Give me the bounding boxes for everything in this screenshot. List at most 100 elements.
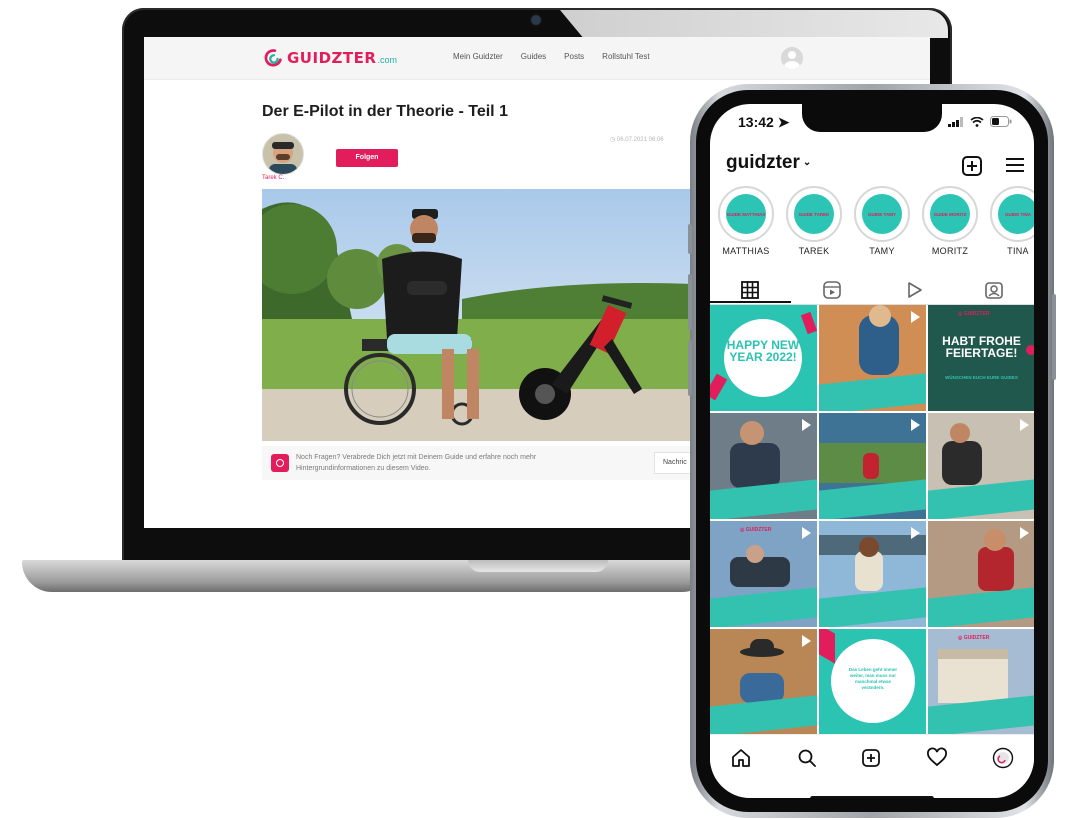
story-highlight[interactable]: GUIDE MORITZ MORITZ (922, 186, 978, 256)
tagged-tab-icon[interactable] (984, 280, 1004, 300)
laptop-camera (531, 15, 541, 25)
story-cover: GUIDE TAREK (794, 194, 834, 234)
post-tile[interactable] (928, 413, 1034, 519)
home-indicator (810, 796, 934, 798)
story-cover: GUIDE TAMY (862, 194, 902, 234)
status-icons (948, 116, 1012, 127)
nav-mein-guidzter[interactable]: Mein Guidzter (453, 52, 503, 61)
home-icon[interactable] (730, 747, 752, 769)
story-cover: GUIDE TINA (998, 194, 1034, 234)
wifi-icon (970, 116, 984, 127)
story-ring: GUIDE TAREK (786, 186, 842, 242)
logo-text: GUIDZTER (287, 49, 377, 67)
profile-username[interactable]: guidzter ⌄ (726, 152, 811, 174)
status-time: 13:42 ➤ (738, 114, 789, 131)
video-tab-icon[interactable] (904, 280, 924, 300)
follow-button[interactable]: Folgen (336, 149, 398, 167)
laptop-notch (468, 560, 608, 572)
phone-volume-down (688, 340, 692, 396)
story-ring: GUIDE MORITZ (922, 186, 978, 242)
active-tab-indicator (710, 301, 791, 303)
location-arrow-icon: ➤ (777, 114, 790, 130)
post-tile[interactable] (819, 305, 926, 411)
video-badge-icon (802, 527, 811, 539)
story-highlight[interactable]: GUIDE MATTHIAS MATTHIAS (718, 186, 774, 256)
profile-avatar-icon[interactable] (992, 747, 1014, 769)
post-tile[interactable] (819, 413, 926, 519)
status-time-text: 13:42 (738, 114, 774, 130)
post-title: Der E-Pilot in der Theorie - Teil 1 (262, 103, 508, 120)
story-highlight[interactable]: GUIDE TAREK TAREK (786, 186, 842, 256)
story-cover-text: GUIDE TINA (1004, 211, 1031, 217)
post-tile[interactable]: Das Leben geht immer weiter, man muss nu… (819, 629, 926, 735)
info-text: Noch Fragen? Verabrede Dich jetzt mit De… (296, 454, 537, 472)
story-label: MORITZ (931, 246, 969, 256)
story-cover-text: GUIDE MATTHIAS (726, 211, 766, 217)
author-avatar[interactable] (262, 133, 304, 175)
story-label: TAMY (869, 246, 895, 256)
story-cover: GUIDE MATTHIAS (726, 194, 766, 234)
chevron-down-icon: ⌄ (802, 157, 812, 169)
story-label: TAREK (798, 246, 830, 256)
nav-guides[interactable]: Guides (521, 52, 546, 61)
tile-subtitle: WÜNSCHEN EUCH EURE GUIDES (945, 375, 1018, 380)
info-chat-icon (271, 454, 289, 472)
post-tile[interactable] (710, 413, 817, 519)
post-tile[interactable] (928, 521, 1034, 627)
phone-notch (802, 104, 942, 132)
tile-quote: Das Leben geht immer weiter, man muss nu… (848, 667, 898, 690)
author-name[interactable]: Tarek C. (262, 175, 284, 181)
instagram-screen: 13:42 ➤ guidzter ⌄ GUIDE MATTHIAS MATTHIA… (710, 104, 1034, 798)
iphone-frame: 13:42 ➤ guidzter ⌄ GUIDE MATTHIAS MATTHIA… (688, 84, 1056, 818)
reels-tab-icon[interactable] (822, 280, 842, 300)
video-frame (262, 189, 694, 441)
story-label: TINA (1007, 246, 1029, 256)
username-text: guidzter (726, 152, 800, 173)
post-tile[interactable]: ◎ GUIDZTER (928, 629, 1034, 735)
tile-logo: ◎ GUIDZTER (958, 311, 990, 317)
hamburger-menu-icon[interactable] (1006, 158, 1024, 172)
video-badge-icon (802, 635, 811, 647)
tile-title: HABT FROHE FEIERTAGE! (942, 334, 1021, 360)
post-date: ◷ 06.07.2021 06:06 (610, 136, 664, 143)
story-highlight[interactable]: GUIDE TAMY TAMY (854, 186, 910, 256)
search-icon[interactable] (796, 747, 818, 769)
post-tile[interactable]: ◎ GUIDZTER HABT FROHE FEIERTAGE! WÜNSCHE… (928, 305, 1034, 411)
main-nav: Mein Guidzter Guides Posts Rollstuhl Tes… (453, 52, 650, 61)
story-ring: GUIDE TINA (990, 186, 1034, 242)
guidzter-logo[interactable]: GUIDZTER .com (262, 46, 397, 70)
video-badge-icon (911, 419, 920, 431)
create-post-icon[interactable] (962, 156, 982, 176)
post-tile[interactable]: HAPPY NEW YEAR 2022! (710, 305, 817, 411)
post-tile[interactable]: ◎ GUIDZTER (710, 521, 817, 627)
story-ring: GUIDE MATTHIAS (718, 186, 774, 242)
post-date-text: 06.07.2021 06:06 (616, 137, 664, 143)
story-cover-text: GUIDE MORITZ (933, 211, 967, 217)
video-badge-icon (911, 527, 920, 539)
grid-tab-icon[interactable] (740, 280, 760, 300)
phone-mute-switch (688, 224, 692, 254)
add-post-icon[interactable] (860, 747, 882, 769)
story-cover-text: GUIDE TAMY (868, 211, 896, 217)
post-tile[interactable] (819, 521, 926, 627)
tile-title: HAPPY NEW YEAR 2022! (726, 338, 800, 364)
story-cover: GUIDE MORITZ (930, 194, 970, 234)
story-highlight[interactable]: GUIDE TINA TINA (990, 186, 1034, 256)
user-avatar-icon[interactable] (781, 47, 803, 69)
clock-icon: ◷ (610, 137, 617, 143)
signal-icon (948, 116, 963, 127)
laptop-glare (560, 10, 948, 38)
video-badge-icon (1020, 419, 1029, 431)
nav-rollstuhl-test[interactable]: Rollstuhl Test (602, 52, 649, 61)
video-player[interactable] (262, 189, 694, 441)
nav-posts[interactable]: Posts (564, 52, 584, 61)
video-badge-icon (802, 419, 811, 431)
video-badge-icon (911, 311, 920, 323)
post-tile[interactable] (710, 629, 817, 735)
author-photo (263, 134, 303, 174)
phone-power-button (1052, 294, 1056, 380)
tile-logo: ◎ GUIDZTER (740, 527, 772, 533)
logo-domain: .com (377, 55, 397, 65)
heart-icon[interactable] (926, 747, 948, 769)
laptop-base (22, 560, 712, 592)
